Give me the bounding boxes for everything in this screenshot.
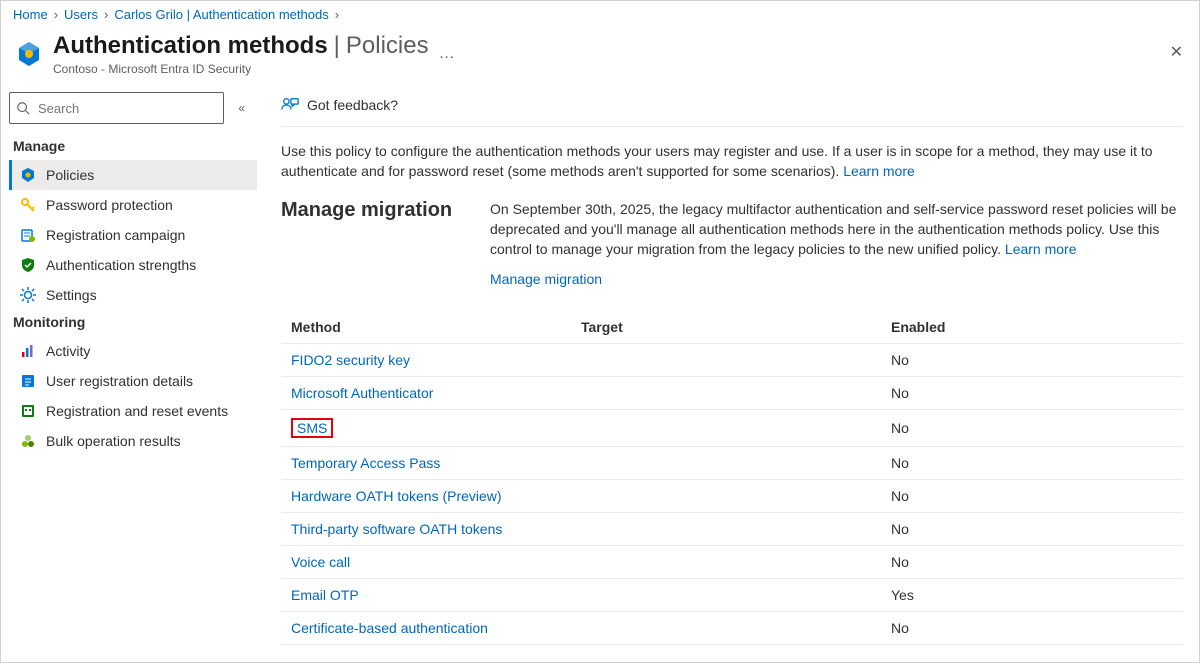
sidebar: « Manage Policies Password protection Regis… [1, 86, 257, 662]
sidebar-group-label: Monitoring [9, 310, 257, 336]
table-row[interactable]: Certificate-based authentication No [281, 612, 1183, 645]
methods-table: Method Target Enabled FIDO2 security key… [281, 311, 1183, 645]
search-input-container[interactable] [9, 92, 224, 124]
column-header-enabled[interactable]: Enabled [881, 311, 1183, 344]
feedback-icon [281, 96, 299, 114]
sidebar-item-label: Authentication strengths [46, 257, 196, 273]
breadcrumb-current[interactable]: Carlos Grilo | Authentication methods [114, 7, 328, 22]
method-link[interactable]: FIDO2 security key [291, 352, 410, 368]
cell-target [571, 377, 881, 410]
migration-heading: Manage migration [281, 199, 466, 289]
cell-enabled: No [881, 612, 1183, 645]
sidebar-item-bulk-results[interactable]: Bulk operation results [9, 426, 257, 456]
sidebar-item-label: Settings [46, 287, 97, 303]
cell-target [571, 513, 881, 546]
migration-learn-more-link[interactable]: Learn more [1005, 241, 1077, 257]
migration-section: Manage migration On September 30th, 2025… [281, 199, 1183, 289]
breadcrumb: Home › Users › Carlos Grilo | Authentica… [1, 1, 1199, 28]
cell-enabled: Yes [881, 579, 1183, 612]
method-link[interactable]: Microsoft Authenticator [291, 385, 433, 401]
method-link[interactable]: Certificate-based authentication [291, 620, 488, 636]
method-link[interactable]: Email OTP [291, 587, 359, 603]
close-icon[interactable]: ✕ [1170, 42, 1183, 62]
feedback-label: Got feedback? [307, 97, 398, 113]
table-row[interactable]: Voice call No [281, 546, 1183, 579]
method-link[interactable]: Temporary Access Pass [291, 455, 440, 471]
cell-target [571, 579, 881, 612]
cell-target [571, 410, 881, 447]
app-frame: Home › Users › Carlos Grilo | Authentica… [0, 0, 1200, 663]
chevron-right-icon: › [104, 7, 108, 22]
feedback-bar[interactable]: Got feedback? [281, 90, 1183, 127]
org-subtitle: Contoso - Microsoft Entra ID Security [53, 62, 429, 76]
learn-more-link[interactable]: Learn more [843, 163, 915, 179]
policies-icon [20, 167, 36, 183]
search-icon [16, 101, 30, 115]
policy-description: Use this policy to configure the authent… [281, 141, 1183, 181]
sidebar-item-label: Bulk operation results [46, 433, 181, 449]
key-icon [20, 197, 36, 213]
cell-enabled: No [881, 410, 1183, 447]
cell-enabled: No [881, 377, 1183, 410]
cell-target [571, 480, 881, 513]
table-row[interactable]: Third-party software OATH tokens No [281, 513, 1183, 546]
cell-target [571, 612, 881, 645]
sidebar-item-policies[interactable]: Policies [9, 160, 257, 190]
sidebar-item-label: Registration campaign [46, 227, 185, 243]
details-icon [20, 373, 36, 389]
sidebar-item-label: Password protection [46, 197, 173, 213]
table-row[interactable]: Email OTP Yes [281, 579, 1183, 612]
table-row[interactable]: SMS No [281, 410, 1183, 447]
manage-migration-link[interactable]: Manage migration [490, 271, 602, 287]
breadcrumb-users[interactable]: Users [64, 7, 98, 22]
cell-enabled: No [881, 447, 1183, 480]
sidebar-item-reg-reset-events[interactable]: Registration and reset events [9, 396, 257, 426]
sidebar-item-label: Policies [46, 167, 94, 183]
gear-icon [20, 287, 36, 303]
cell-enabled: No [881, 546, 1183, 579]
table-row[interactable]: Hardware OATH tokens (Preview) No [281, 480, 1183, 513]
method-link[interactable]: Hardware OATH tokens (Preview) [291, 488, 502, 504]
resource-icon [15, 40, 43, 68]
events-icon [20, 403, 36, 419]
main-content: Got feedback? Use this policy to configu… [257, 86, 1199, 662]
method-link[interactable]: SMS [291, 418, 333, 438]
sidebar-item-label: Activity [46, 343, 90, 359]
collapse-sidebar-icon[interactable]: « [232, 101, 251, 115]
cell-enabled: No [881, 344, 1183, 377]
sidebar-item-activity[interactable]: Activity [9, 336, 257, 366]
sidebar-item-password-protection[interactable]: Password protection [9, 190, 257, 220]
sidebar-item-label: Registration and reset events [46, 403, 228, 419]
chevron-right-icon: › [54, 7, 58, 22]
cell-target [571, 447, 881, 480]
chart-icon [20, 343, 36, 359]
method-link[interactable]: Third-party software OATH tokens [291, 521, 502, 537]
sidebar-item-settings[interactable]: Settings [9, 280, 257, 310]
search-input[interactable] [36, 100, 217, 117]
cell-target [571, 344, 881, 377]
table-row[interactable]: FIDO2 security key No [281, 344, 1183, 377]
table-row[interactable]: Microsoft Authenticator No [281, 377, 1183, 410]
sidebar-item-auth-strengths[interactable]: Authentication strengths [9, 250, 257, 280]
table-row[interactable]: Temporary Access Pass No [281, 447, 1183, 480]
more-icon[interactable]: … [439, 45, 456, 63]
cell-enabled: No [881, 513, 1183, 546]
method-link[interactable]: Voice call [291, 554, 350, 570]
column-header-target[interactable]: Target [571, 311, 881, 344]
sidebar-item-label: User registration details [46, 373, 193, 389]
page-title: Authentication methods | Policies [53, 32, 429, 60]
sidebar-item-user-registration[interactable]: User registration details [9, 366, 257, 396]
column-header-method[interactable]: Method [281, 311, 571, 344]
cell-target [571, 546, 881, 579]
sidebar-item-registration-campaign[interactable]: Registration campaign [9, 220, 257, 250]
breadcrumb-home[interactable]: Home [13, 7, 48, 22]
sidebar-group-label: Manage [9, 134, 257, 160]
bulk-icon [20, 433, 36, 449]
campaign-icon [20, 227, 36, 243]
cell-enabled: No [881, 480, 1183, 513]
page-header: Authentication methods | Policies Contos… [1, 28, 1199, 86]
chevron-right-icon: › [335, 7, 339, 22]
shield-icon [20, 257, 36, 273]
